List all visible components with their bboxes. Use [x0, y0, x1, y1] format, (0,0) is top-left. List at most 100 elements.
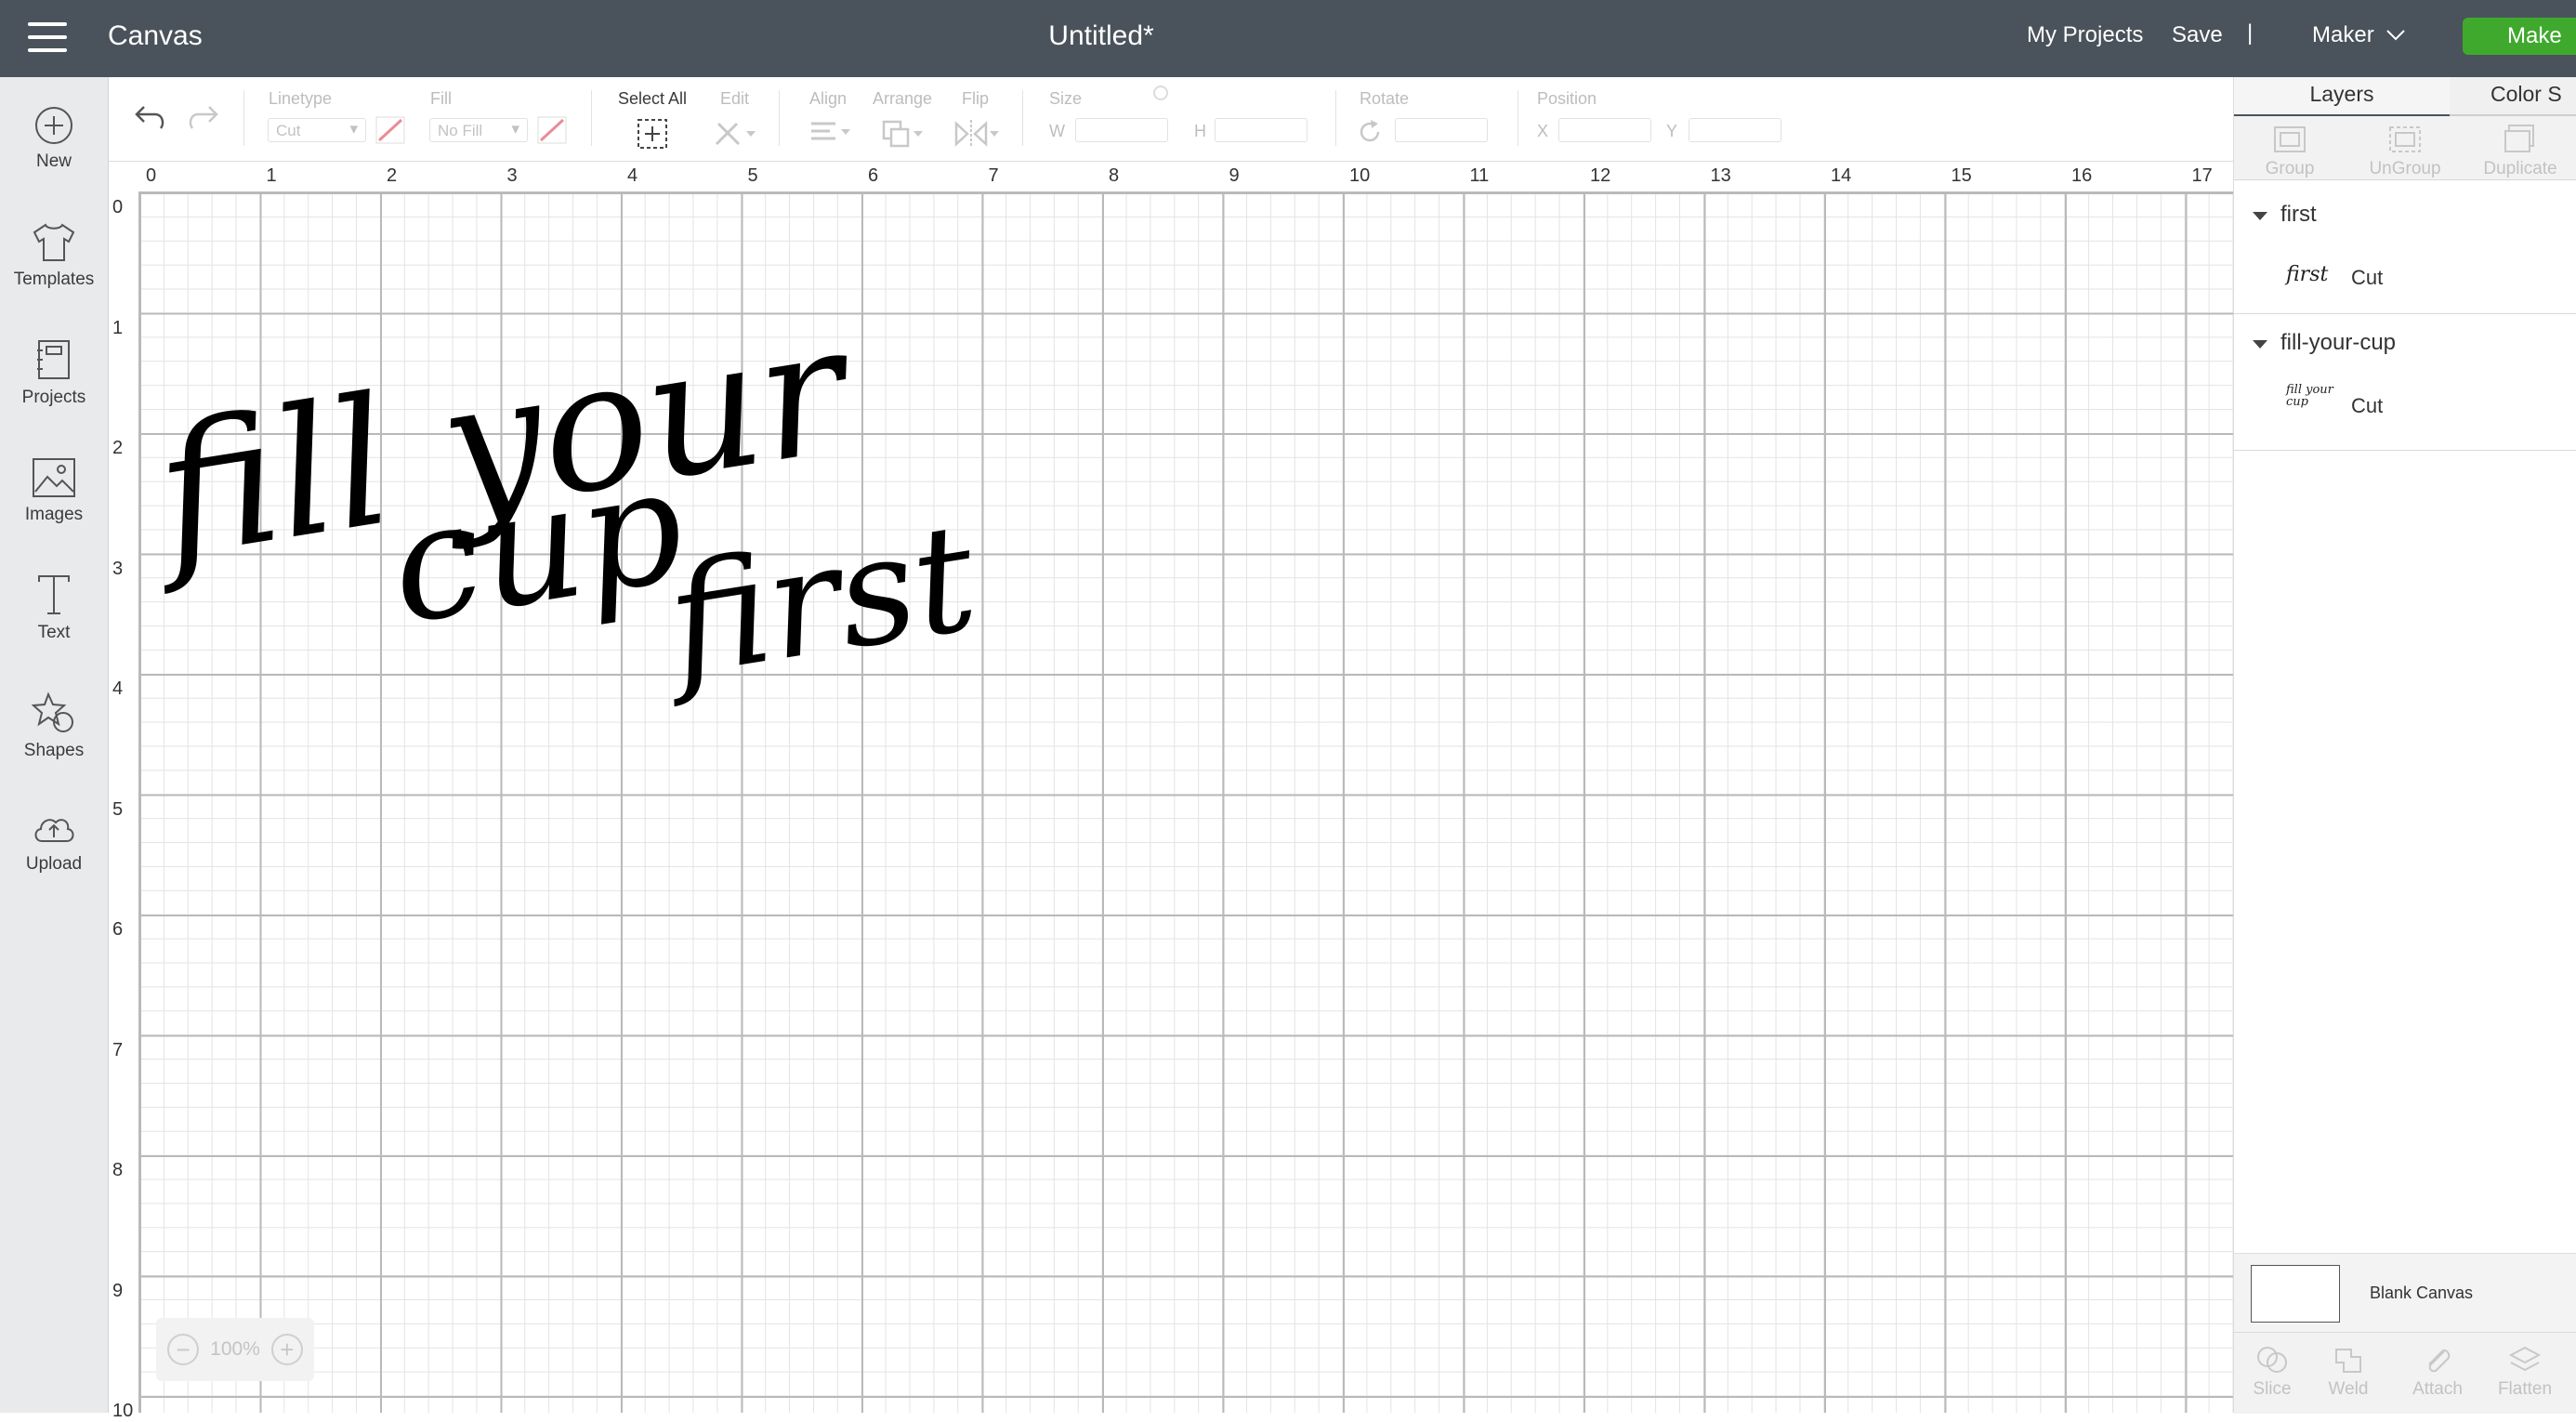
- ruler-top-number: 11: [1469, 165, 1490, 186]
- ruler-top-number: 14: [1831, 165, 1852, 186]
- linetype-select[interactable]: Cut ▾: [268, 118, 366, 142]
- ruler-top-number: 1: [266, 165, 277, 186]
- save-button[interactable]: Save: [2172, 22, 2223, 48]
- shapes-icon: [32, 691, 73, 732]
- ruler-left-number: 9: [112, 1280, 124, 1301]
- lock-ratio-icon[interactable]: [1142, 82, 1179, 104]
- redo-icon[interactable]: [185, 103, 220, 131]
- make-button-label: Make: [2507, 23, 2562, 48]
- ruler-left-number: 3: [112, 558, 124, 579]
- rotate-input[interactable]: [1395, 118, 1488, 142]
- blank-canvas-row[interactable]: Blank Canvas: [2234, 1253, 2576, 1333]
- flip-icon[interactable]: [953, 118, 1001, 150]
- ungroup-icon: [2389, 126, 2421, 152]
- ruler-left-number: 1: [112, 317, 124, 338]
- linetype-label: Linetype: [269, 89, 333, 108]
- edit-toolbar: Linetype Cut ▾ Fill No Fill ▾ Select All…: [109, 77, 2233, 162]
- fill-select[interactable]: No Fill ▾: [429, 118, 528, 142]
- slice-button[interactable]: Slice: [2234, 1344, 2310, 1400]
- tshirt-icon: [33, 223, 75, 261]
- layer-tools: Group UnGroup Duplicate: [2234, 116, 2576, 180]
- align-icon[interactable]: [808, 118, 854, 148]
- linetype-color-swatch-icon[interactable]: [375, 116, 405, 144]
- weld-label: Weld: [2328, 1379, 2369, 1399]
- slice-label: Slice: [2253, 1379, 2292, 1399]
- flatten-icon: [2508, 1346, 2542, 1372]
- layer-group-first[interactable]: first: [2280, 202, 2317, 228]
- edit-label: Edit: [720, 89, 750, 108]
- width-input[interactable]: [1075, 118, 1168, 142]
- images-button[interactable]: Images: [0, 456, 108, 525]
- shapes-label: Shapes: [23, 741, 85, 760]
- position-y-input[interactable]: [1689, 118, 1781, 142]
- weld-button[interactable]: Weld: [2310, 1344, 2386, 1400]
- ruler-top-number: 2: [387, 165, 398, 186]
- layer-thumbnail-first: first: [2286, 263, 2329, 286]
- tab-layers[interactable]: Layers: [2234, 77, 2450, 117]
- select-all-icon[interactable]: [637, 118, 668, 150]
- machine-label: Maker: [2312, 22, 2374, 47]
- text-button[interactable]: Text: [0, 573, 108, 643]
- fill-label: Fill: [430, 89, 452, 108]
- machine-selector[interactable]: Maker: [2312, 22, 2406, 48]
- design-canvas-grid[interactable]: [139, 192, 2233, 1413]
- blank-canvas-swatch[interactable]: [2251, 1265, 2340, 1323]
- layer-operation-fill-your-cup[interactable]: Cut: [2351, 394, 2383, 418]
- tab-color-sync[interactable]: Color S: [2450, 77, 2576, 114]
- zoom-in-button[interactable]: +: [270, 1334, 303, 1365]
- edit-tools-icon[interactable]: [713, 118, 759, 148]
- upload-label: Upload: [25, 854, 83, 874]
- topbar-separator: |: [2247, 20, 2254, 46]
- document-title[interactable]: Untitled*: [0, 20, 2202, 52]
- projects-button[interactable]: Projects: [0, 337, 108, 408]
- plus-circle-icon: [35, 107, 72, 144]
- collapse-caret-icon[interactable]: [2253, 212, 2267, 220]
- ruler-left: 0 1 2 3 4 5 6 7 8 9 10: [109, 191, 139, 1421]
- new-button[interactable]: New: [0, 105, 108, 172]
- ruler-top-number: 10: [1349, 165, 1371, 186]
- ungroup-button[interactable]: UnGroup: [2349, 124, 2461, 179]
- fill-color-swatch-icon[interactable]: [537, 116, 567, 144]
- ruler-top-number: 7: [988, 165, 999, 186]
- group-button[interactable]: Group: [2234, 124, 2346, 179]
- ruler-top-number: 15: [1951, 165, 1972, 186]
- slice-icon: [2257, 1347, 2287, 1373]
- left-toolbar: New Templates Projects Images Text Shape…: [0, 77, 109, 1413]
- zoom-level: 100%: [210, 1338, 260, 1360]
- templates-button[interactable]: Templates: [0, 221, 108, 290]
- attach-button[interactable]: Attach: [2399, 1344, 2476, 1400]
- shapes-button[interactable]: Shapes: [0, 691, 108, 761]
- ruler-top-number: 4: [627, 165, 638, 186]
- ruler-top-number: 8: [1109, 165, 1120, 186]
- undo-icon[interactable]: [133, 103, 168, 131]
- my-projects-link[interactable]: My Projects: [2027, 22, 2143, 48]
- flatten-button[interactable]: Flatten: [2487, 1344, 2563, 1400]
- ruler-top-number: 5: [747, 165, 758, 186]
- text-label: Text: [37, 623, 71, 642]
- ruler-top-number: 6: [868, 165, 879, 186]
- layer-operation-first[interactable]: Cut: [2351, 266, 2383, 290]
- height-input[interactable]: [1215, 118, 1308, 142]
- group-icon: [2274, 126, 2306, 152]
- duplicate-button[interactable]: Duplicate: [2464, 124, 2576, 179]
- zoom-out-button[interactable]: −: [167, 1334, 200, 1365]
- y-label: Y: [1666, 122, 1678, 140]
- paperclip-icon: [2428, 1350, 2451, 1373]
- layer-group-fill-your-cup[interactable]: fill-your-cup: [2280, 330, 2396, 356]
- group-label: Group: [2265, 159, 2315, 178]
- attach-label: Attach: [2412, 1379, 2463, 1399]
- text-icon: [38, 575, 70, 614]
- rotate-label: Rotate: [1360, 89, 1410, 108]
- blank-canvas-label: Blank Canvas: [2370, 1284, 2474, 1302]
- flatten-label: Flatten: [2497, 1379, 2553, 1399]
- templates-label: Templates: [13, 270, 95, 289]
- collapse-caret-icon[interactable]: [2253, 340, 2267, 349]
- ruler-left-number: 2: [112, 438, 124, 458]
- ruler-left-number: 5: [112, 798, 124, 820]
- arrange-icon[interactable]: [880, 118, 927, 150]
- position-x-input[interactable]: [1558, 118, 1651, 142]
- upload-cloud-icon: [34, 819, 74, 842]
- images-label: Images: [24, 505, 84, 524]
- upload-button[interactable]: Upload: [0, 810, 108, 875]
- make-button[interactable]: Make: [2463, 18, 2576, 55]
